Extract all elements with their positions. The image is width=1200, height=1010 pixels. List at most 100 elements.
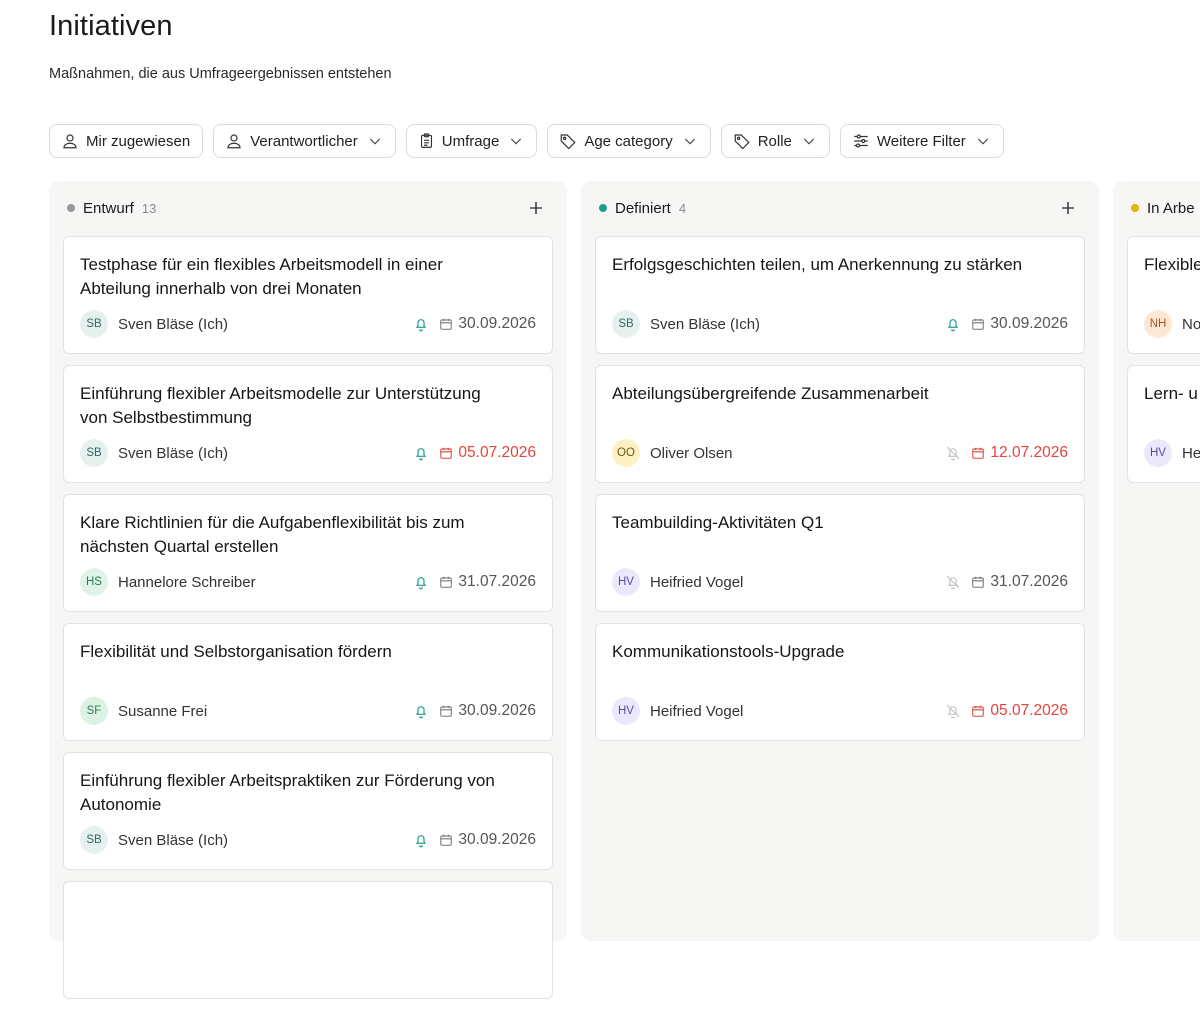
filter-assigned-to-me[interactable]: Mir zugewiesen	[49, 124, 204, 158]
avatar: OO	[612, 439, 640, 467]
filter-label: Weitere Filter	[876, 132, 966, 150]
column-count: 4	[678, 200, 687, 216]
card-meta: 05.07.2026	[413, 439, 536, 467]
assignee: HV Heifried Vogel	[612, 568, 743, 596]
avatar: HV	[1144, 439, 1172, 467]
column-header: Definiert 4	[599, 199, 686, 217]
clipboard-icon	[420, 133, 432, 148]
chevron-down-icon	[684, 138, 695, 145]
due-date: 30.09.2026	[458, 831, 536, 848]
user-icon	[227, 134, 241, 149]
due-date: 31.07.2026	[458, 573, 536, 590]
card-meta: 05.07.2026	[945, 697, 1068, 725]
column-title: In Arbe	[1147, 199, 1195, 217]
filter-label: Umfrage	[441, 132, 500, 150]
avatar: HV	[612, 568, 640, 596]
filter-label: Age category	[584, 132, 673, 150]
column-draft: Entwurf 13 Testphase für ein flexibles A…	[49, 181, 567, 999]
avatar: HS	[80, 568, 108, 596]
initiative-card[interactable]: Einführung flexibler Arbeitsmodelle zur …	[63, 365, 553, 483]
card-list: Flexible NH No Lern- u HV He	[1127, 236, 1200, 494]
assignee: SB Sven Bläse (Ich)	[80, 439, 228, 467]
bell-off-icon[interactable]	[945, 703, 961, 719]
chevron-down-icon	[511, 138, 522, 145]
initiative-card[interactable]: Einführung flexibler Arbeitspraktiken zu…	[63, 752, 553, 870]
card-title: Flexibilität und Selbstorganisation förd…	[80, 642, 392, 661]
avatar: NH	[1144, 310, 1172, 338]
bell-icon[interactable]	[945, 316, 961, 332]
initiative-card[interactable]: Kommunikationstools-Upgrade HV Heifried …	[595, 623, 1085, 741]
column-title: Entwurf	[83, 199, 134, 217]
assignee: SF Susanne Frei	[80, 697, 207, 725]
card-title: Klare Richtlinien für die Aufgabenflexib…	[80, 513, 465, 556]
assignee-name: Sven Bläse (Ich)	[118, 444, 229, 462]
card-title: Kommunikationstools-Upgrade	[612, 642, 845, 661]
assignee: HV He	[1144, 439, 1200, 467]
due-date-overdue: 05.07.2026	[990, 702, 1068, 719]
filter-survey[interactable]: Umfrage	[405, 124, 538, 158]
chevron-down-icon	[369, 138, 380, 145]
column-header: In Arbe	[1131, 199, 1195, 217]
bell-off-icon[interactable]	[945, 574, 961, 590]
card-meta: 12.07.2026	[945, 439, 1068, 467]
add-card-button[interactable]	[1057, 197, 1079, 219]
card-title: Teambuilding-Aktivitäten Q1	[612, 513, 824, 532]
column-count: 13	[141, 200, 157, 216]
assignee-name: Oliver Olsen	[650, 444, 733, 462]
initiative-card[interactable]: Lern- u HV He	[1127, 365, 1200, 483]
due-date: 30.09.2026	[458, 315, 536, 332]
bell-icon[interactable]	[413, 703, 429, 719]
plus-icon	[1062, 202, 1074, 214]
initiative-card[interactable]: Teambuilding-Aktivitäten Q1 HV Heifried …	[595, 494, 1085, 612]
card-list: Erfolgsgeschichten teilen, um Anerkennun…	[595, 236, 1085, 752]
initiative-card[interactable]: Klare Richtlinien für die Aufgabenflexib…	[63, 494, 553, 612]
sliders-icon	[854, 134, 868, 148]
calendar-icon	[972, 318, 985, 330]
chevron-down-icon	[977, 138, 988, 145]
filter-label: Mir zugewiesen	[86, 132, 191, 150]
bell-icon[interactable]	[413, 445, 429, 461]
avatar: SF	[80, 697, 108, 725]
calendar-icon	[972, 705, 985, 717]
card-meta: 31.07.2026	[945, 568, 1068, 596]
filter-more[interactable]: Weitere Filter	[839, 124, 1004, 158]
bell-icon[interactable]	[413, 574, 429, 590]
card-meta: 30.09.2026	[413, 697, 536, 725]
card-title: Erfolgsgeschichten teilen, um Anerkennun…	[612, 255, 1023, 274]
page-subtitle: Maßnahmen, die aus Umfrageergebnissen en…	[49, 66, 392, 82]
card-title: Testphase für ein flexibles Arbeitsmodel…	[80, 255, 443, 298]
bell-icon[interactable]	[413, 316, 429, 332]
initiative-card[interactable]: Flexibilität und Selbstorganisation förd…	[63, 623, 553, 741]
assignee: HV Heifried Vogel	[612, 697, 743, 725]
initiative-card[interactable]: Erfolgsgeschichten teilen, um Anerkennun…	[595, 236, 1085, 354]
card-title: Einführung flexibler Arbeitsmodelle zur …	[80, 384, 481, 427]
card-meta: 30.09.2026	[413, 826, 536, 854]
assignee: NH No	[1144, 310, 1200, 338]
due-date-overdue: 05.07.2026	[458, 444, 536, 461]
assignee: SB Sven Bläse (Ich)	[612, 310, 760, 338]
filter-role[interactable]: Rolle	[720, 124, 830, 158]
card-meta: 30.09.2026	[413, 310, 536, 338]
due-date: 30.09.2026	[990, 315, 1068, 332]
due-date-overdue: 12.07.2026	[990, 444, 1068, 461]
filter-label: Verantwortlicher	[250, 132, 358, 150]
initiative-card[interactable]: Abteilungsübergreifende Zusammenarbeit O…	[595, 365, 1085, 483]
initiative-card[interactable]: Testphase für ein flexibles Arbeitsmodel…	[63, 236, 553, 354]
plus-icon	[530, 202, 542, 214]
avatar: SB	[612, 310, 640, 338]
bell-icon[interactable]	[413, 832, 429, 848]
avatar: SB	[80, 826, 108, 854]
assignee-name: Heifried Vogel	[650, 573, 744, 591]
initiative-card-partial[interactable]	[63, 881, 553, 999]
filter-owner[interactable]: Verantwortlicher	[213, 124, 396, 158]
assignee-name: He	[1182, 444, 1200, 462]
filter-age-category[interactable]: Age category	[547, 124, 711, 158]
initiative-card[interactable]: Flexible NH No	[1127, 236, 1200, 354]
card-meta: 30.09.2026	[945, 310, 1068, 338]
bell-off-icon[interactable]	[945, 445, 961, 461]
due-date: 31.07.2026	[990, 573, 1068, 590]
status-dot	[599, 204, 607, 212]
status-dot	[1131, 204, 1139, 212]
add-card-button[interactable]	[525, 197, 547, 219]
assignee-name: Heifried Vogel	[650, 702, 744, 720]
